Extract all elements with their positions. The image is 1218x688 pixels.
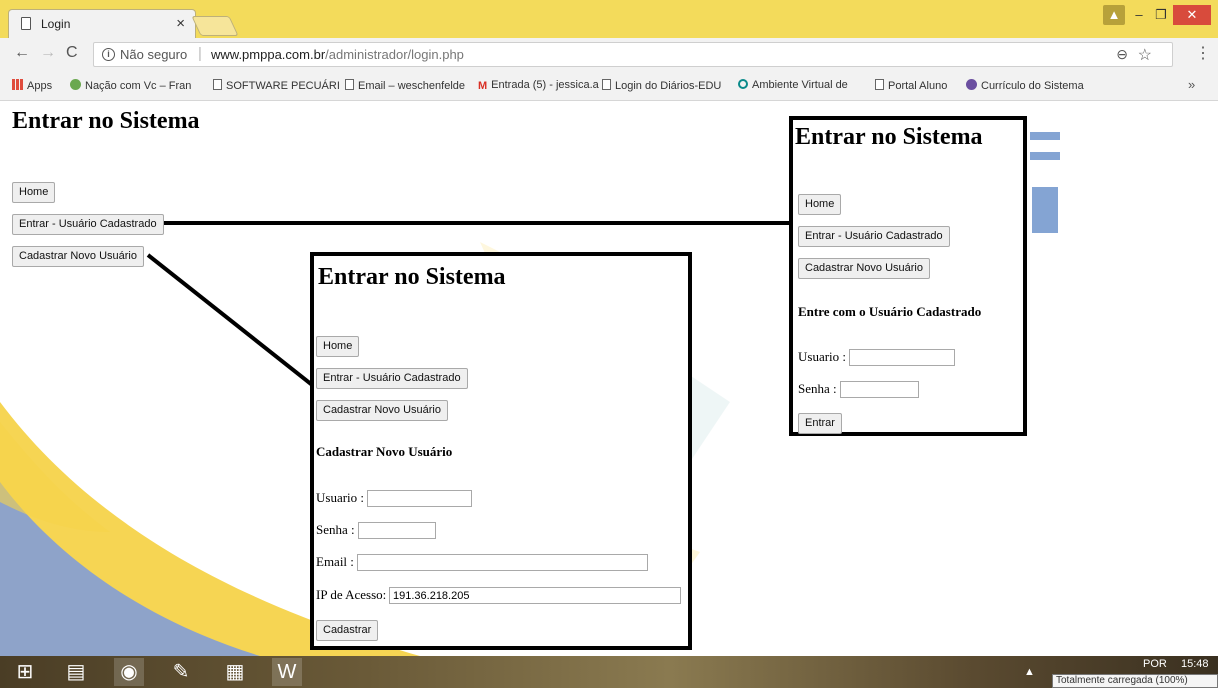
section-heading: Cadastrar Novo Usuário (316, 444, 453, 459)
info-icon[interactable]: i (102, 48, 115, 61)
page-icon (21, 17, 31, 30)
page-icon (345, 79, 354, 90)
apps-icon (12, 79, 23, 90)
usuario-label: Usuario : (316, 490, 365, 505)
url-separator: | (198, 45, 202, 62)
register-new-button[interactable]: Cadastrar Novo Usuário (12, 246, 144, 267)
new-tab-button[interactable] (191, 16, 239, 36)
cadastrar-button[interactable]: Cadastrar (316, 620, 379, 641)
ip-label: IP de Acesso: (316, 587, 387, 602)
paint-icon[interactable]: ✎ (166, 658, 196, 686)
bookmark-nacao[interactable]: Nação com Vc – Fran (70, 79, 191, 92)
page-title: Entrar no Sistema (12, 108, 200, 134)
calculator-icon[interactable]: ▦ (220, 658, 250, 686)
bookmark-diarios[interactable]: Login do Diários-EDU (602, 79, 721, 92)
bookmark-curriculo[interactable]: Currículo do Sistema (966, 79, 1084, 92)
browser-tab[interactable]: Login × (8, 9, 196, 38)
callout-title: Entrar no Sistema (795, 124, 983, 150)
home-button[interactable]: Home (316, 336, 360, 357)
senha-input[interactable] (358, 522, 436, 539)
ip-input[interactable] (389, 587, 681, 604)
section-heading: Entre com o Usuário Cadastrado (798, 304, 982, 319)
usuario-label: Usuario : (798, 349, 847, 364)
home-button[interactable]: Home (798, 194, 842, 215)
tab-close-icon[interactable]: × (176, 15, 185, 32)
url-path: /administrador/login.php (325, 47, 464, 62)
minimize-button[interactable]: – (1128, 5, 1150, 25)
bookmark-label: SOFTWARE PECUÁRI (226, 80, 340, 92)
word-icon[interactable]: W (272, 658, 302, 686)
file-explorer-icon[interactable]: ▤ (61, 658, 91, 686)
register-callout: Entrar no Sistema Home Entrar - Usuário … (310, 252, 692, 650)
bookmark-label: Email – weschenfelde (358, 80, 466, 92)
gmail-icon: M (478, 80, 488, 92)
usuario-input[interactable] (367, 490, 472, 507)
language-indicator[interactable]: POR (1143, 658, 1167, 670)
moodle-icon (738, 79, 748, 89)
bookmarks-bar: Apps Nação com Vc – Fran SOFTWARE PECUÁR… (0, 71, 1218, 101)
senha-input[interactable] (840, 381, 919, 398)
back-icon[interactable]: ← (14, 44, 30, 62)
taskbar: ⊞ ▤ ◉ ✎ ▦ W ▲ POR 15:48 (0, 656, 1218, 688)
clover-icon (70, 79, 81, 90)
login-registered-button[interactable]: Entrar - Usuário Cadastrado (316, 368, 468, 389)
tray-chevron-icon[interactable]: ▲ (1024, 666, 1035, 678)
bookmark-email[interactable]: Email – weschenfelde (345, 79, 465, 92)
clock[interactable]: 15:48 (1181, 658, 1209, 670)
senha-label: Senha : (798, 381, 837, 396)
forward-icon[interactable]: → (40, 44, 56, 62)
bookmark-label: Entrada (5) - jessica.a (491, 79, 599, 91)
address-bar[interactable]: i Não seguro | www.pmppa.com.br/administ… (93, 42, 1173, 67)
url-host: www.pmppa.com.br (211, 47, 326, 62)
browser-titlebar: Login × ▲ – ❐ ✕ (0, 0, 1218, 38)
entrar-button[interactable]: Entrar (798, 413, 842, 434)
senha-label: Senha : (316, 522, 355, 537)
browser-toolbar: ← → C i Não seguro | www.pmppa.com.br/ad… (0, 38, 1218, 71)
login-callout: Entrar no Sistema Home Entrar - Usuário … (789, 116, 1027, 436)
email-input[interactable] (357, 554, 648, 571)
page-icon (213, 79, 222, 90)
bookmark-label: Login do Diários-EDU (615, 80, 722, 92)
chrome-icon[interactable]: ◉ (114, 658, 144, 686)
home-button[interactable]: Home (12, 182, 56, 203)
email-label: Email : (316, 554, 354, 569)
star-icon[interactable]: ☆ (1138, 45, 1152, 65)
bookmark-ambiente[interactable]: Ambiente Virtual de (738, 79, 848, 91)
bookmark-label: Portal Aluno (888, 80, 948, 92)
callout-title: Entrar no Sistema (318, 264, 506, 290)
tab-title: Login (41, 17, 71, 31)
usuario-input[interactable] (849, 349, 955, 366)
bookmark-portal[interactable]: Portal Aluno (875, 79, 947, 92)
menu-icon[interactable]: ⋮ (1195, 43, 1211, 63)
battery-tooltip: Totalmente carregada (100%) (1052, 674, 1218, 688)
zoom-icon[interactable]: ⊖ (1116, 46, 1128, 63)
windows-start-icon[interactable]: ⊞ (10, 658, 40, 686)
page-icon (602, 79, 611, 90)
register-new-button[interactable]: Cadastrar Novo Usuário (798, 258, 930, 279)
page-viewport: Entrar no Sistema Home Entrar - Usuário … (0, 102, 1218, 656)
bookmarks-more-icon[interactable]: » (1188, 77, 1195, 92)
bookmark-label: Currículo do Sistema (981, 80, 1084, 92)
bookmark-apps[interactable]: Apps (12, 79, 52, 92)
page-icon (875, 79, 884, 90)
bookmark-software[interactable]: SOFTWARE PECUÁRI (213, 79, 340, 92)
login-registered-button[interactable]: Entrar - Usuário Cadastrado (12, 214, 164, 235)
bookmark-label: Ambiente Virtual de (752, 79, 848, 91)
globe-icon (966, 79, 977, 90)
login-registered-button[interactable]: Entrar - Usuário Cadastrado (798, 226, 950, 247)
reload-icon[interactable]: C (66, 44, 78, 62)
register-new-button[interactable]: Cadastrar Novo Usuário (316, 400, 448, 421)
bookmark-gmail[interactable]: M Entrada (5) - jessica.a (478, 79, 599, 92)
close-window-button[interactable]: ✕ (1173, 5, 1211, 25)
user-icon[interactable]: ▲ (1103, 5, 1125, 25)
maximize-button[interactable]: ❐ (1150, 5, 1172, 25)
bookmark-label: Nação com Vc – Fran (85, 80, 192, 92)
security-label: Não seguro (120, 47, 188, 62)
bookmark-label: Apps (27, 80, 53, 92)
url-text: www.pmppa.com.br/administrador/login.php (211, 47, 464, 62)
